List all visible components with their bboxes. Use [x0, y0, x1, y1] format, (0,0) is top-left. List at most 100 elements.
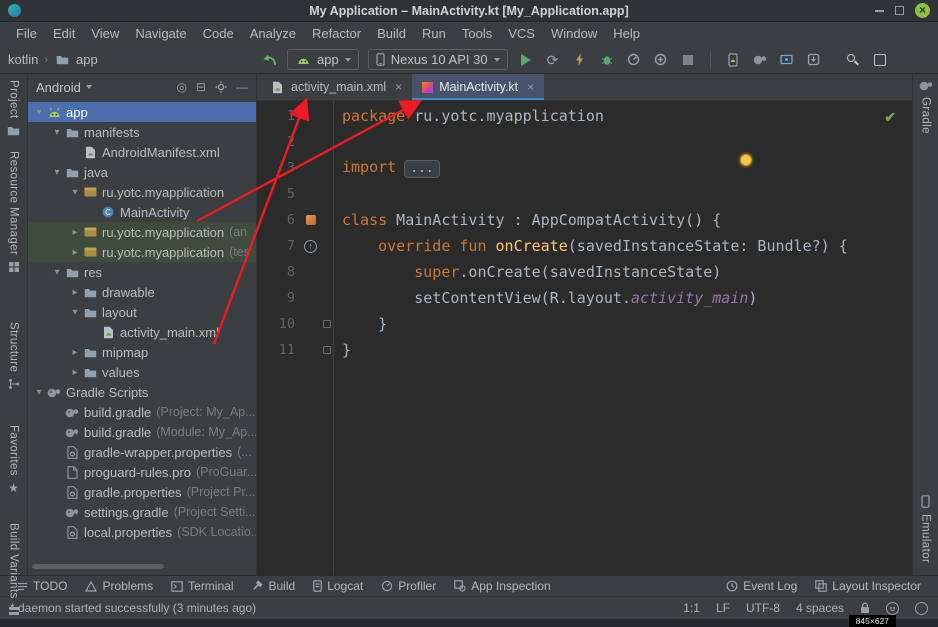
project-view-select[interactable]: Android: [36, 80, 81, 95]
code-line[interactable]: 11}: [257, 337, 912, 363]
override-gutter-icon[interactable]: ↑: [304, 240, 317, 253]
toolwindow-button-build[interactable]: Build: [243, 579, 305, 593]
tree-item-drawable[interactable]: ▸drawable: [28, 282, 256, 302]
tree-item-settings-gradle[interactable]: settings.gradle(Project Setti...: [28, 502, 256, 522]
debug-icon[interactable]: [598, 51, 616, 69]
code-editor[interactable]: 1package ru.yotc.myapplication23import..…: [257, 101, 912, 575]
code-line[interactable]: 7↑ override fun onCreate(savedInstanceSt…: [257, 233, 912, 259]
run-button[interactable]: [517, 51, 535, 69]
sidebar-item-resource-manager[interactable]: Resource Manager: [8, 151, 20, 273]
tree-item-manifests[interactable]: ▾manifests: [28, 122, 256, 142]
hide-panel-icon[interactable]: —: [236, 80, 248, 94]
locate-file-icon[interactable]: ◎: [176, 80, 186, 94]
code-line[interactable]: 3import...: [257, 155, 912, 181]
collapse-all-icon[interactable]: ⊟: [196, 80, 206, 94]
settings-icon[interactable]: [871, 51, 889, 69]
sidebar-item-emulator[interactable]: Emulator: [920, 495, 932, 563]
tree-item-gradle-wrapper-properties[interactable]: gradle-wrapper.properties(...: [28, 442, 256, 462]
file-encoding[interactable]: UTF-8: [746, 601, 780, 615]
lock-icon[interactable]: [860, 602, 870, 614]
close-tab-icon[interactable]: ×: [395, 80, 402, 94]
menu-item-edit[interactable]: Edit: [45, 22, 83, 46]
device-select[interactable]: Nexus 10 API 30: [368, 49, 508, 70]
tree-item-build-gradle[interactable]: build.gradle(Module: My_Ap...: [28, 422, 256, 442]
back-arrow-icon[interactable]: [260, 51, 278, 69]
tree-item-mainactivity[interactable]: CMainActivity: [28, 202, 256, 222]
toolwindow-button-todo[interactable]: TODO: [8, 579, 76, 593]
menu-item-build[interactable]: Build: [369, 22, 414, 46]
tab-mainactivity-kt[interactable]: MainActivity.kt ×: [412, 74, 544, 100]
search-icon[interactable]: [844, 51, 862, 69]
menu-item-tools[interactable]: Tools: [454, 22, 500, 46]
sidebar-item-structure[interactable]: Structure: [8, 322, 20, 390]
menu-item-help[interactable]: Help: [605, 22, 648, 46]
inspection-ok-icon[interactable]: ✔: [884, 109, 896, 126]
minimize-icon[interactable]: [875, 10, 884, 12]
apply-changes-icon[interactable]: ⟳: [544, 51, 562, 69]
tree-item-proguard-rules-pro[interactable]: proguard-rules.pro(ProGuar...: [28, 462, 256, 482]
code-line[interactable]: 10 }: [257, 311, 912, 337]
menu-item-file[interactable]: File: [8, 22, 45, 46]
code-line[interactable]: 6class MainActivity : AppCompatActivity(…: [257, 207, 912, 233]
sync-gradle-icon[interactable]: [751, 51, 769, 69]
fold-marker-icon[interactable]: [323, 320, 331, 328]
settings-gear-icon[interactable]: [215, 81, 227, 93]
tree-item-java[interactable]: ▾java: [28, 162, 256, 182]
indent-setting[interactable]: 4 spaces: [796, 601, 844, 615]
class-gutter-icon[interactable]: [306, 215, 316, 225]
menu-item-run[interactable]: Run: [414, 22, 454, 46]
avd-manager-icon[interactable]: [778, 51, 796, 69]
toolwindow-button-profiler[interactable]: Profiler: [372, 579, 445, 593]
tree-item-gradle-scripts[interactable]: ▾Gradle Scripts: [28, 382, 256, 402]
toolwindow-button-event-log[interactable]: Event Log: [717, 579, 806, 593]
run-config-select[interactable]: app: [287, 49, 359, 70]
menu-item-code[interactable]: Code: [195, 22, 242, 46]
code-line[interactable]: 5: [257, 181, 912, 207]
tree-item-layout[interactable]: ▾layout: [28, 302, 256, 322]
line-ending[interactable]: LF: [716, 601, 730, 615]
tree-item-ru-yotc-myapplication[interactable]: ▸ru.yotc.myapplication(tes: [28, 242, 256, 262]
toolwindow-button-terminal[interactable]: Terminal: [162, 579, 242, 593]
code-line[interactable]: 1package ru.yotc.myapplication: [257, 103, 912, 129]
menu-item-navigate[interactable]: Navigate: [127, 22, 194, 46]
notifications-icon[interactable]: [915, 602, 928, 615]
caret-position[interactable]: 1:1: [683, 601, 700, 615]
horizontal-scrollbar[interactable]: [32, 564, 164, 569]
close-tab-icon[interactable]: ×: [527, 80, 534, 94]
sidebar-item-gradle[interactable]: Gradle: [919, 80, 933, 134]
attach-debugger-icon[interactable]: [652, 51, 670, 69]
tree-item-values[interactable]: ▸values: [28, 362, 256, 382]
device-manager-icon[interactable]: [724, 51, 742, 69]
tree-item-ru-yotc-myapplication[interactable]: ▸ru.yotc.myapplication(an: [28, 222, 256, 242]
profiler-icon[interactable]: [625, 51, 643, 69]
menu-item-refactor[interactable]: Refactor: [304, 22, 369, 46]
tab-activity-main-xml[interactable]: activity_main.xml ×: [259, 74, 412, 100]
tree-item-local-properties[interactable]: local.properties(SDK Locatio...: [28, 522, 256, 542]
tree-item-res[interactable]: ▾res: [28, 262, 256, 282]
apply-code-changes-icon[interactable]: [571, 51, 589, 69]
menu-item-view[interactable]: View: [83, 22, 127, 46]
stop-icon[interactable]: [679, 51, 697, 69]
tree-item-ru-yotc-myapplication[interactable]: ▾ru.yotc.myapplication: [28, 182, 256, 202]
sdk-manager-icon[interactable]: [805, 51, 823, 69]
maximize-icon[interactable]: [895, 6, 904, 15]
menu-item-window[interactable]: Window: [543, 22, 605, 46]
tree-item-build-gradle[interactable]: build.gradle(Project: My_Ap...: [28, 402, 256, 422]
code-line[interactable]: 2: [257, 129, 912, 155]
close-icon[interactable]: ×: [915, 3, 930, 18]
sidebar-item-favorites[interactable]: Favorites ★: [8, 425, 20, 494]
feedback-smiley-icon[interactable]: [886, 602, 899, 615]
tree-item-app[interactable]: ▾app: [28, 102, 256, 122]
fold-marker-icon[interactable]: [323, 346, 331, 354]
tree-item-mipmap[interactable]: ▸mipmap: [28, 342, 256, 362]
intention-bulb-icon[interactable]: [740, 154, 752, 166]
code-line[interactable]: 9 setContentView(R.layout.activity_main): [257, 285, 912, 311]
toolwindow-button-logcat[interactable]: Logcat: [304, 579, 372, 593]
tree-item-androidmanifest-xml[interactable]: AndroidManifest.xml: [28, 142, 256, 162]
menu-item-analyze[interactable]: Analyze: [242, 22, 304, 46]
tree-item-gradle-properties[interactable]: gradle.properties(Project Pr...: [28, 482, 256, 502]
breadcrumb-module[interactable]: kotlin: [8, 52, 38, 67]
tree-item-activity-main-xml[interactable]: activity_main.xml: [28, 322, 256, 342]
toolwindow-button-layout-inspector[interactable]: Layout Inspector: [806, 579, 930, 593]
breadcrumb-folder[interactable]: app: [76, 52, 98, 67]
